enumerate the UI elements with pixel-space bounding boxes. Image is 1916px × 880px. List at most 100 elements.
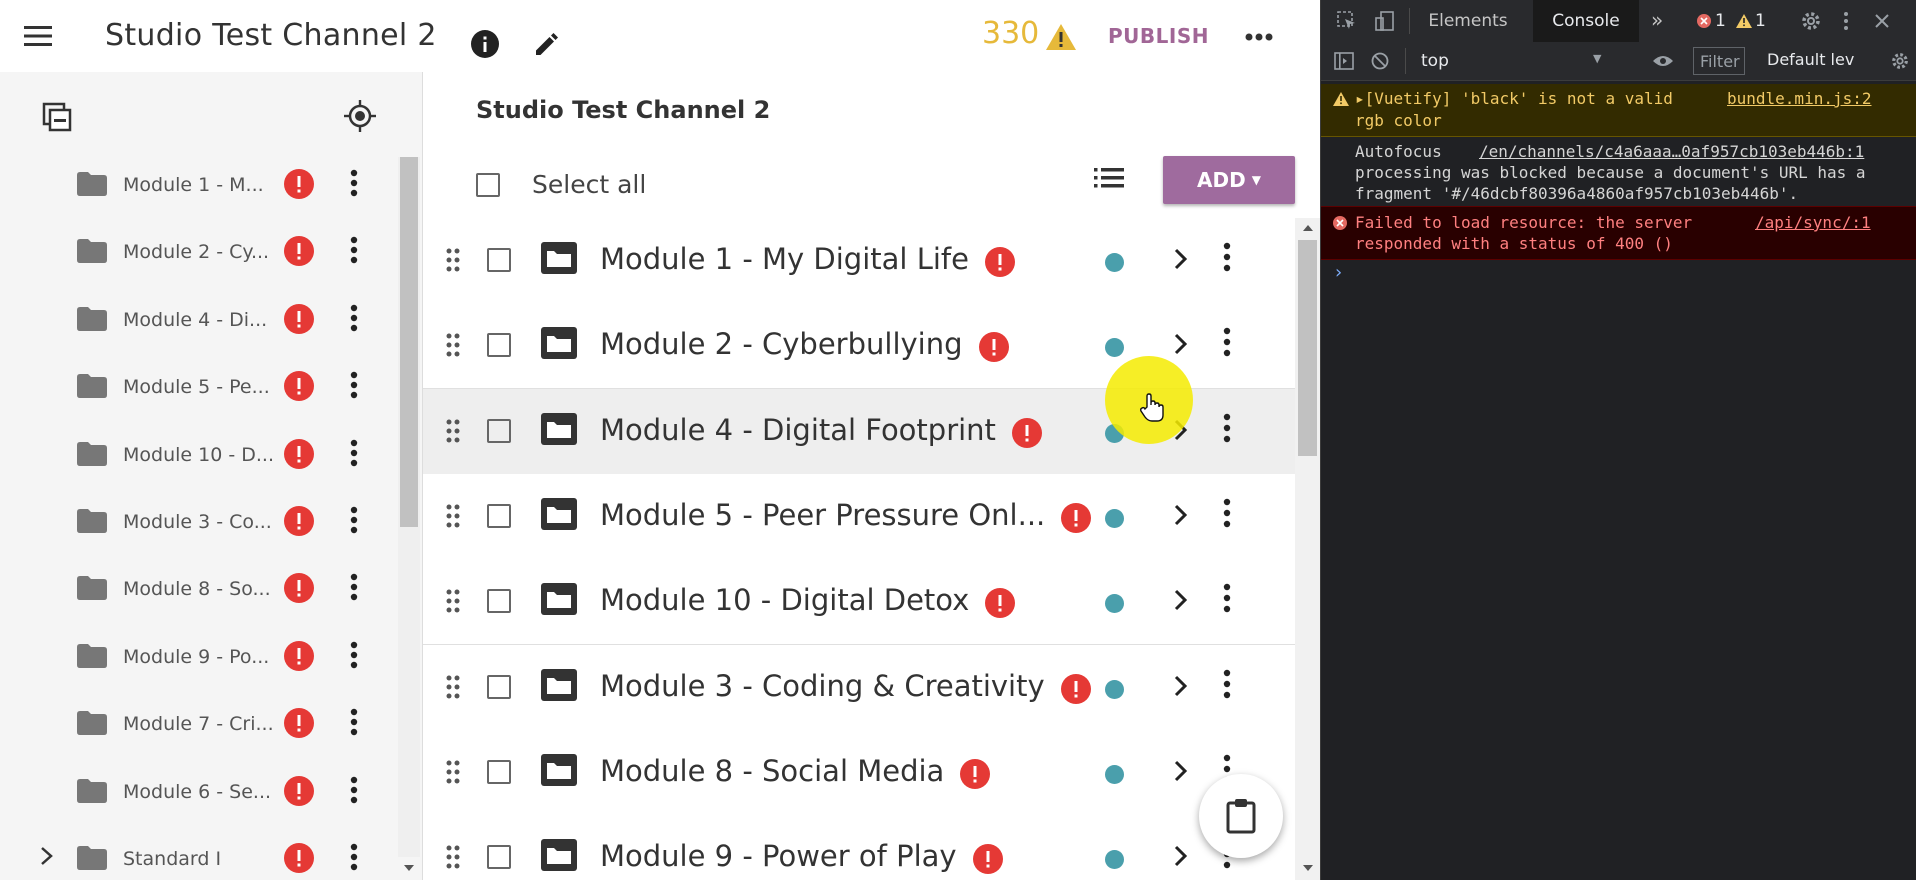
more-vertical-icon[interactable]	[350, 439, 358, 472]
error-badge-icon[interactable]	[985, 588, 1015, 623]
clear-console-icon[interactable]	[1369, 51, 1391, 71]
error-badge-icon[interactable]	[284, 573, 314, 608]
chevron-right-icon[interactable]	[1173, 502, 1189, 533]
sidebar-topic-item[interactable]: Module 9 - Po...	[0, 624, 400, 691]
error-badge-icon[interactable]	[979, 332, 1009, 367]
error-badge-icon[interactable]	[284, 371, 314, 406]
scroll-down-arrow-icon[interactable]	[1299, 862, 1317, 874]
more-vertical-icon[interactable]	[1223, 413, 1231, 448]
row-checkbox[interactable]	[487, 759, 511, 784]
row-title[interactable]: Module 4 - Digital Footprint	[600, 413, 996, 447]
more-vertical-icon[interactable]	[1835, 10, 1857, 32]
list-scroll-thumb[interactable]	[1298, 240, 1317, 456]
context-selector[interactable]: top ▼	[1413, 48, 1615, 74]
sidebar-topic-item[interactable]: Module 8 - So...	[0, 556, 400, 623]
warning-source-link[interactable]: bundle.min.js:2	[1727, 88, 1872, 109]
info-icon[interactable]	[470, 29, 500, 59]
content-row[interactable]: Module 10 - Digital Detox	[423, 559, 1295, 646]
error-badge-icon[interactable]	[284, 843, 314, 878]
content-row[interactable]: Module 3 - Coding & Creativity	[423, 644, 1295, 731]
chevron-right-icon[interactable]	[1173, 246, 1189, 277]
error-badge-icon[interactable]	[985, 247, 1015, 282]
sidebar-topic-item[interactable]: Module 5 - Pe...	[0, 354, 400, 421]
chevron-right-icon[interactable]	[1173, 331, 1189, 362]
inspect-element-icon[interactable]	[1335, 10, 1359, 32]
more-vertical-icon[interactable]	[350, 506, 358, 539]
filter-input[interactable]: Filter	[1693, 47, 1745, 75]
more-vertical-icon[interactable]	[350, 371, 358, 404]
sidebar-toggle-icon[interactable]	[1333, 51, 1355, 71]
more-vertical-icon[interactable]	[1223, 242, 1231, 277]
more-vertical-icon[interactable]	[350, 236, 358, 269]
warning-icon[interactable]	[1044, 22, 1078, 52]
settings-gear-icon[interactable]	[1799, 10, 1823, 32]
publish-button[interactable]: PUBLISH	[1108, 24, 1209, 48]
drag-handle-icon[interactable]	[445, 760, 461, 789]
error-badge-icon[interactable]	[284, 506, 314, 541]
sidebar-topic-item[interactable]: Standard I	[0, 826, 400, 880]
more-vertical-icon[interactable]	[1223, 498, 1231, 533]
more-vertical-icon[interactable]	[350, 776, 358, 809]
drag-handle-icon[interactable]	[445, 504, 461, 533]
row-checkbox[interactable]	[487, 418, 511, 443]
content-row[interactable]: Module 5 - Peer Pressure Onl...	[423, 473, 1295, 560]
error-badge-icon[interactable]	[284, 236, 314, 271]
more-vertical-icon[interactable]	[350, 641, 358, 674]
info-url-link[interactable]: /en/channels/c4a6aaa…0af957cb103eb446b:1	[1479, 141, 1864, 162]
select-all-checkbox[interactable]	[476, 172, 500, 197]
log-levels-dropdown[interactable]: Default lev	[1767, 50, 1854, 69]
row-title[interactable]: Module 10 - Digital Detox	[600, 583, 969, 617]
tab-elements[interactable]: Elements	[1423, 11, 1513, 31]
sidebar-topic-item[interactable]: Module 6 - Se...	[0, 759, 400, 826]
row-checkbox[interactable]	[487, 589, 511, 614]
content-row[interactable]: Module 9 - Power of Play	[423, 815, 1295, 880]
chevron-right-icon[interactable]	[1173, 587, 1189, 618]
error-badge-icon[interactable]	[1061, 673, 1091, 709]
more-vertical-icon[interactable]	[1223, 669, 1231, 704]
locate-icon[interactable]	[342, 98, 378, 134]
edit-pencil-icon[interactable]	[532, 29, 562, 59]
add-button[interactable]: ADD ▼	[1163, 156, 1295, 204]
drag-handle-icon[interactable]	[445, 589, 461, 618]
row-checkbox[interactable]	[487, 248, 511, 272]
chevron-right-icon[interactable]	[1173, 673, 1189, 704]
warning-text-line1[interactable]: ▸[Vuetify] 'black' is not a valid	[1355, 88, 1673, 109]
more-vertical-icon[interactable]	[350, 843, 358, 876]
more-vertical-icon[interactable]	[350, 169, 358, 202]
drag-handle-icon[interactable]	[445, 675, 461, 704]
more-vertical-icon[interactable]	[1223, 583, 1231, 618]
row-title[interactable]: Module 1 - My Digital Life	[600, 242, 969, 276]
device-toolbar-icon[interactable]	[1373, 10, 1397, 32]
content-row[interactable]: Module 8 - Social Media	[423, 729, 1295, 816]
chevron-right-icon[interactable]	[1173, 843, 1189, 874]
more-vertical-icon[interactable]	[350, 304, 358, 337]
sidebar-topic-item[interactable]: Module 4 - Di...	[0, 287, 400, 354]
more-vertical-icon[interactable]	[350, 573, 358, 606]
more-vertical-icon[interactable]	[350, 708, 358, 741]
error-badge-icon[interactable]	[1012, 417, 1042, 453]
row-title[interactable]: Module 5 - Peer Pressure Onl...	[600, 498, 1045, 532]
tab-console[interactable]: Console	[1533, 0, 1639, 42]
more-horizontal-icon[interactable]	[1242, 25, 1276, 49]
chevron-right-icon[interactable]	[1173, 758, 1189, 789]
row-title[interactable]: Module 8 - Social Media	[600, 754, 944, 788]
more-vertical-icon[interactable]	[1223, 327, 1231, 362]
sidebar-topic-item[interactable]: Module 7 - Cri...	[0, 691, 400, 758]
drag-handle-icon[interactable]	[445, 333, 461, 362]
console-settings-icon[interactable]	[1889, 51, 1911, 71]
row-checkbox[interactable]	[487, 503, 511, 528]
row-title[interactable]: Module 2 - Cyberbullying	[600, 327, 963, 361]
error-badge-icon[interactable]	[1061, 502, 1091, 538]
sidebar-topic-item[interactable]: Module 2 - Cy...	[0, 219, 400, 286]
row-checkbox[interactable]	[487, 674, 511, 699]
eye-icon[interactable]	[1651, 51, 1675, 71]
drag-handle-icon[interactable]	[445, 845, 461, 874]
drag-handle-icon[interactable]	[445, 248, 461, 277]
warning-small-icon[interactable]	[1735, 12, 1753, 30]
error-badge-icon[interactable]	[960, 758, 990, 794]
sidebar-scroll-thumb[interactable]	[400, 157, 418, 527]
close-icon[interactable]	[1871, 10, 1893, 32]
drag-handle-icon[interactable]	[445, 419, 461, 448]
error-badge-icon[interactable]	[284, 303, 314, 339]
chevron-right-icon[interactable]	[36, 844, 58, 868]
